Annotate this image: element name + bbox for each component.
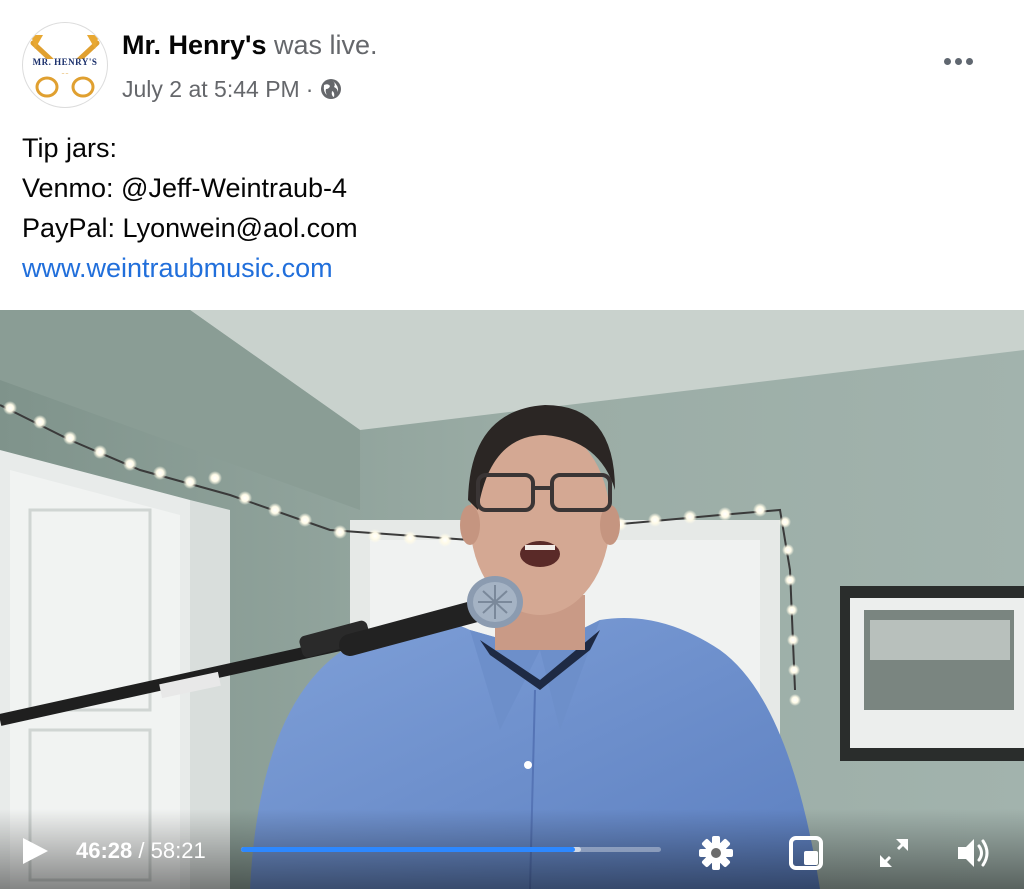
volume-icon[interactable] <box>956 835 992 871</box>
video-player[interactable]: 46:28 / 58:21 <box>0 310 1024 889</box>
time-separator: / <box>138 838 145 863</box>
fullscreen-expand-icon[interactable] <box>876 835 912 871</box>
settings-gear-icon[interactable] <box>698 835 734 871</box>
post-timestamp[interactable]: July 2 at 5:44 PM <box>122 74 300 104</box>
meta-separator: · <box>305 76 314 102</box>
picture-in-picture-icon[interactable] <box>788 835 824 871</box>
more-options-icon <box>954 57 962 65</box>
play-icon[interactable] <box>20 836 50 866</box>
logo-text: MR. HENRY'S <box>32 57 98 67</box>
progress-bar[interactable] <box>241 847 661 852</box>
more-options-icon <box>965 57 973 65</box>
more-options-icon <box>943 57 951 65</box>
video-frame-image <box>0 310 1024 889</box>
website-link[interactable]: www.weintraubmusic.com <box>22 253 333 283</box>
time-readout: 46:28 / 58:21 <box>76 837 206 865</box>
video-controls-bar: 46:28 / 58:21 <box>0 809 1024 889</box>
post-text-line: Tip jars: <box>22 133 118 163</box>
post-header: MR. HENRY'S Mr. Henry's was live. July 2… <box>0 0 1024 125</box>
post-text: Tip jars: Venmo: @Jeff-Weintraub-4 PayPa… <box>22 128 358 288</box>
duration: 58:21 <box>150 838 206 863</box>
live-status-text: was live. <box>274 30 378 60</box>
progress-fill <box>241 847 576 852</box>
post-meta: July 2 at 5:44 PM · <box>122 74 343 104</box>
post-text-line: PayPal: Lyonwein@aol.com <box>22 213 358 243</box>
page-name-link[interactable]: Mr. Henry's <box>122 30 266 60</box>
post-title: Mr. Henry's was live. <box>122 28 378 62</box>
globe-icon[interactable] <box>319 77 343 101</box>
page-avatar[interactable]: MR. HENRY'S <box>22 22 108 108</box>
more-options-button[interactable] <box>932 44 984 78</box>
current-time: 46:28 <box>76 838 133 863</box>
post-text-line: Venmo: @Jeff-Weintraub-4 <box>22 173 348 203</box>
